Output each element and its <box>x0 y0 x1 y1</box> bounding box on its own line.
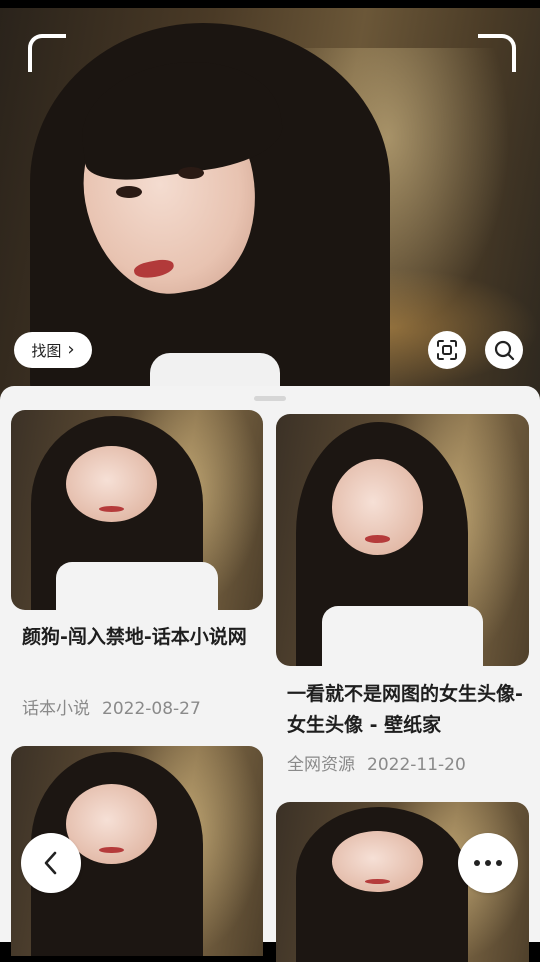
result-date: 2022-11-20 <box>367 755 466 775</box>
chevron-left-icon <box>44 851 57 875</box>
portrait-eye <box>178 167 204 179</box>
scan-frame-icon <box>437 340 457 360</box>
portrait-eye <box>116 186 142 198</box>
crop-corner-top-right[interactable] <box>478 34 516 72</box>
find-image-button[interactable]: 找图 › <box>14 332 92 368</box>
result-source: 全网资源 <box>287 755 355 775</box>
crop-corner-top-left[interactable] <box>28 34 66 72</box>
result-meta: 话本小说 2022-08-27 <box>22 694 201 719</box>
result-source: 话本小说 <box>22 699 90 719</box>
chevron-right-icon: › <box>67 339 75 360</box>
result-thumbnail[interactable] <box>11 410 263 610</box>
thumb-shirt <box>321 605 484 666</box>
status-bar <box>0 0 540 8</box>
result-thumbnail[interactable] <box>276 414 529 666</box>
result-date: 2022-08-27 <box>102 699 201 719</box>
search-icon <box>494 340 515 361</box>
thumb-lips <box>364 878 390 884</box>
result-meta: 全网资源 2022-11-20 <box>287 750 466 775</box>
scan-button[interactable] <box>428 331 466 369</box>
sheet-drag-handle[interactable] <box>254 396 286 401</box>
more-button[interactable] <box>458 833 518 893</box>
more-dots-icon <box>474 860 502 866</box>
thumb-shirt <box>56 562 218 610</box>
back-button[interactable] <box>21 833 81 893</box>
find-image-label: 找图 <box>31 341 62 360</box>
search-button[interactable] <box>485 331 523 369</box>
thumb-lips <box>364 534 390 543</box>
result-title[interactable]: 颜狗-闯入禁地-话本小说网 <box>22 622 262 653</box>
result-title[interactable]: 一看就不是网图的女生头像-女生头像 - 壁纸家 <box>287 679 527 741</box>
